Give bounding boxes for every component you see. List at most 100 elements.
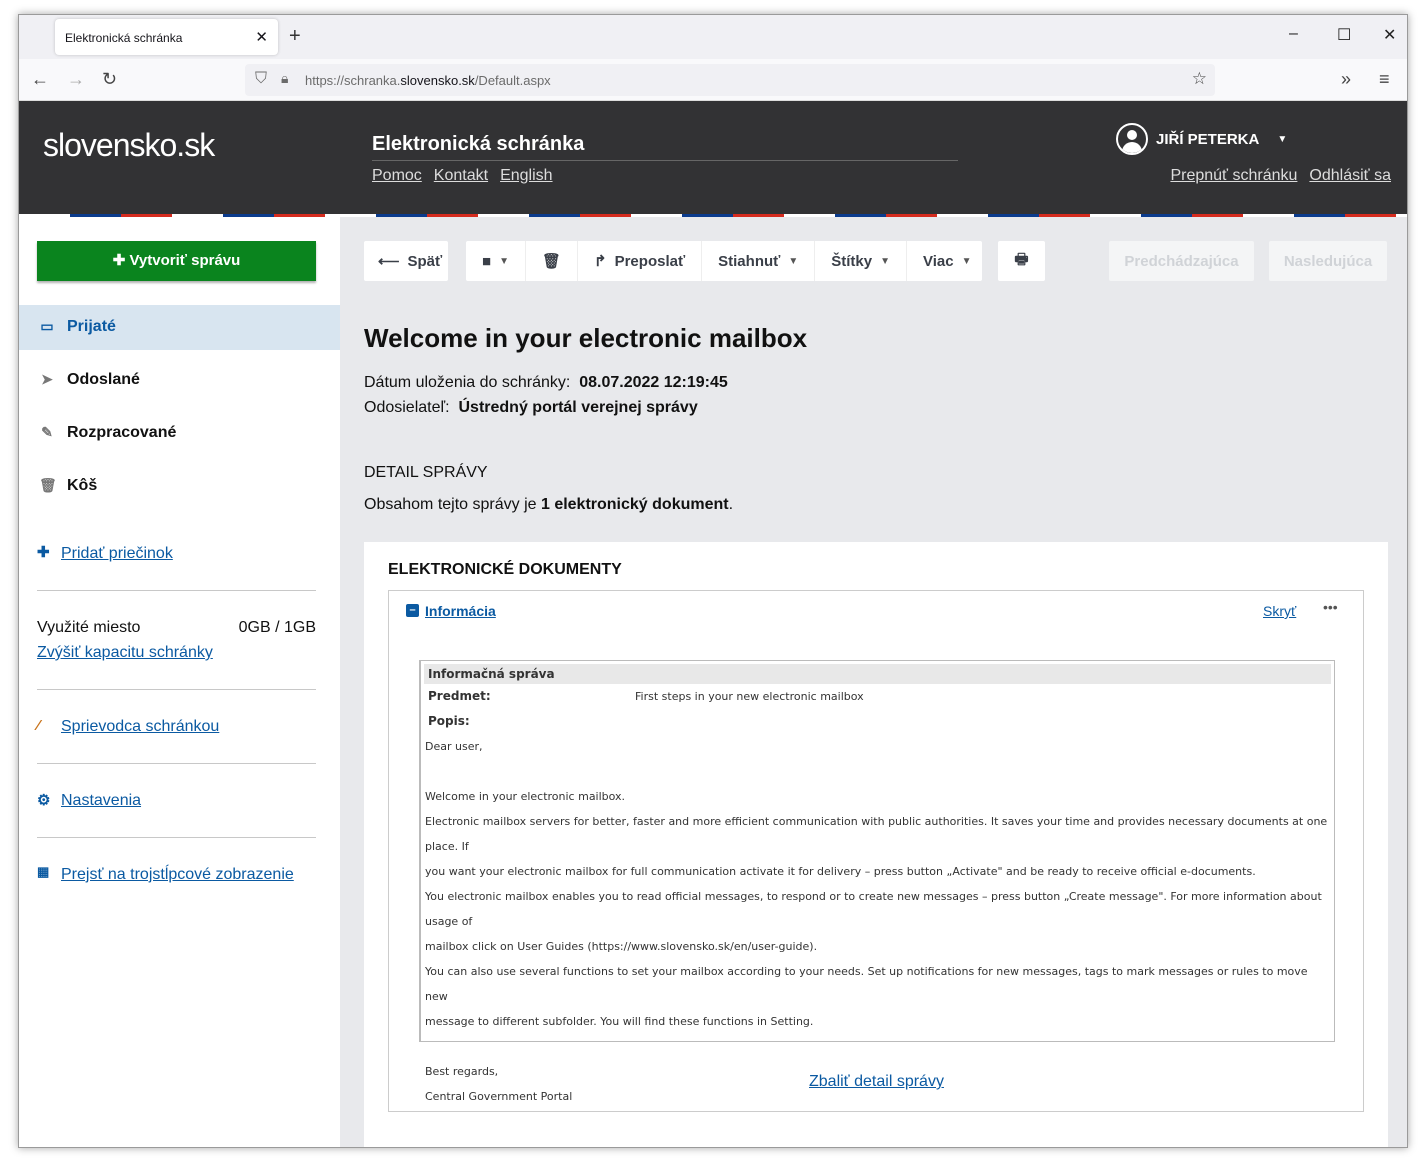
- document-panel: – Informácia Skryť ••• Informačná správa…: [388, 590, 1364, 1112]
- subject-value: First steps in your new electronic mailb…: [635, 690, 864, 703]
- more-options-icon[interactable]: •••: [1323, 599, 1338, 615]
- download-button[interactable]: Stiahnuť ▼: [702, 241, 816, 281]
- caret-down-icon: ▼: [880, 255, 890, 267]
- columns-icon: ▦: [37, 864, 50, 879]
- close-tab-icon[interactable]: ✕: [255, 28, 268, 46]
- back-arrow-icon[interactable]: ←: [31, 69, 49, 90]
- forward-button[interactable]: ↱ Preposlať: [578, 241, 703, 281]
- contact-link[interactable]: Kontakt: [434, 167, 488, 184]
- subject-label: Predmet:: [428, 689, 491, 703]
- inbox-icon: ▭: [40, 318, 54, 334]
- tags-label: Štítky: [831, 252, 873, 270]
- three-column-view-link[interactable]: Prejsť na trojstĺpcové zobrazenie: [61, 866, 294, 884]
- plus-icon: ✚: [37, 544, 50, 561]
- sidebar-item-drafts[interactable]: ✎ Rozpracované: [19, 411, 340, 456]
- help-link[interactable]: Pomoc: [372, 167, 422, 184]
- mailbox-guide-link[interactable]: Sprievodca schránkou: [61, 718, 219, 736]
- user-menu[interactable]: JIŘÍ PETERKA ▼: [1116, 123, 1287, 155]
- more-button[interactable]: Viac ▼: [907, 241, 988, 281]
- subject-row: Predmet: First steps in your new electron…: [424, 684, 1331, 709]
- overflow-chevron-icon[interactable]: »: [1341, 69, 1351, 90]
- user-links: Prepnúť schránku Odhlásiť sa: [1170, 167, 1391, 185]
- previous-button[interactable]: Predchádzajúca: [1109, 241, 1254, 281]
- print-button[interactable]: 🖶: [998, 241, 1045, 281]
- next-button[interactable]: Nasledujúca: [1269, 241, 1387, 281]
- sidebar-item-trash[interactable]: 🗑︎ Kôš: [19, 464, 340, 509]
- close-window-icon[interactable]: ✕: [1383, 25, 1396, 45]
- nav-bar: ← → ↻ ⛉ 🔒︎ https://schranka.slovensko.sk…: [19, 59, 1407, 101]
- plus-icon: ✚: [112, 252, 130, 269]
- message-body: Dear user, Welcome in your electronic ma…: [424, 734, 1331, 1109]
- forward-arrow-icon[interactable]: →: [67, 69, 85, 90]
- summary-count: 1 elektronický dokument: [540, 496, 729, 513]
- sidebar-item-label: Kôš: [67, 477, 98, 494]
- sidebar-item-inbox[interactable]: ▭ Prijaté: [19, 305, 340, 350]
- body-line: You can also use several functions to se…: [425, 965, 1308, 1003]
- date-value: 08.07.2022 12:19:45: [579, 374, 728, 391]
- info-message: Informačná správa Predmet: First steps in…: [419, 660, 1335, 1103]
- user-name: JIŘÍ PETERKA: [1156, 130, 1260, 148]
- reload-icon[interactable]: ↻: [102, 69, 117, 90]
- sidebar-item-label: Odoslané: [67, 371, 140, 388]
- summary-end: .: [728, 496, 734, 513]
- body-line: message to different subfolder. You will…: [425, 1015, 814, 1028]
- folder-icon: ■: [482, 252, 492, 270]
- divider: [37, 590, 316, 591]
- tags-button[interactable]: Štítky ▼: [815, 241, 907, 281]
- previous-label: Predchádzajúca: [1124, 252, 1239, 270]
- bookmark-star-icon[interactable]: ☆: [1192, 69, 1207, 89]
- action-toolbar: ■ ▼ 🗑︎ ↱ Preposlať Stiahnuť ▼ Štítky ▼ Viac ▼: [466, 241, 982, 281]
- create-message-button[interactable]: ✚ Vytvoriť správu: [37, 241, 316, 281]
- body-line: [424, 759, 1331, 784]
- document-name-link[interactable]: Informácia: [425, 603, 496, 619]
- url-path: /Default.aspx: [474, 73, 551, 88]
- collapse-detail-link[interactable]: Zbaliť detail správy: [809, 1073, 944, 1091]
- forward-label: Preposlať: [614, 252, 686, 270]
- shield-icon: ⛉: [255, 70, 268, 87]
- add-folder-link[interactable]: Pridať priečinok: [61, 545, 173, 563]
- body-line: [424, 1034, 1331, 1059]
- back-button[interactable]: ⟵ Späť: [364, 241, 448, 281]
- message-pane: ⟵ Späť ■ ▼ 🗑︎ ↱ Preposlať Stiahnuť ▼ Štítky ▼…: [340, 217, 1407, 1147]
- increase-capacity-link[interactable]: Zvýšiť kapacitu schránky: [37, 644, 213, 662]
- move-folder-button[interactable]: ■ ▼: [466, 241, 526, 281]
- create-label: Vytvoriť správu: [129, 252, 241, 269]
- more-label: Viac: [923, 252, 954, 270]
- site-logo[interactable]: slovensko.sk: [43, 127, 215, 164]
- minimize-icon[interactable]: –: [1289, 25, 1298, 43]
- browser-tab[interactable]: Elektronická schránka ✕: [55, 19, 278, 55]
- switch-mailbox-link[interactable]: Prepnúť schránku: [1170, 167, 1297, 184]
- new-tab-icon[interactable]: +: [289, 25, 301, 48]
- pencil-icon: ✎: [41, 424, 53, 440]
- storage-label: Využité miesto: [37, 619, 141, 636]
- collapse-icon[interactable]: –: [406, 604, 419, 617]
- sidebar-item-sent[interactable]: ➤ Odoslané: [19, 358, 340, 403]
- maximize-icon[interactable]: ☐: [1337, 25, 1351, 45]
- lock-icon: 🔒︎: [281, 70, 289, 86]
- body-line: Dear user,: [425, 740, 483, 753]
- address-bar[interactable]: ⛉ 🔒︎ https://schranka.slovensko.sk/Defau…: [245, 64, 1215, 96]
- user-avatar-icon: [1116, 123, 1148, 155]
- tab-bar: Elektronická schránka ✕ + – ☐ ✕: [19, 15, 1407, 59]
- english-link[interactable]: English: [500, 167, 552, 184]
- logout-link[interactable]: Odhlásiť sa: [1309, 167, 1391, 184]
- storage-value: 0GB / 1GB: [238, 619, 316, 636]
- body-line: You electronic mailbox enables you to re…: [425, 890, 1322, 928]
- sidebar-item-label: Rozpracované: [67, 424, 177, 441]
- delete-button[interactable]: 🗑︎: [526, 241, 579, 281]
- settings-link[interactable]: Nastavenia: [61, 792, 141, 810]
- caret-down-icon: ▼: [788, 255, 799, 267]
- date-label: Dátum uloženia do schránky:: [364, 374, 571, 391]
- menu-icon[interactable]: ≡: [1379, 69, 1390, 90]
- tab-title: Elektronická schránka: [65, 31, 183, 45]
- detail-summary: Obsahom tejto správy je 1 elektronický d…: [364, 496, 733, 514]
- message-title: Welcome in your electronic mailbox: [364, 323, 808, 353]
- back-label: Späť: [407, 252, 443, 270]
- summary-text: Obsahom tejto správy je: [364, 496, 541, 513]
- divider: [37, 837, 316, 838]
- sender-label: Odosielateľ:: [364, 399, 450, 416]
- documents-heading: ELEKTRONICKÉ DOKUMENTY: [388, 561, 622, 578]
- header-links: Pomoc Kontakt English: [372, 167, 565, 185]
- hide-link[interactable]: Skryť: [1263, 603, 1296, 619]
- download-label: Stiahnuť: [718, 252, 781, 270]
